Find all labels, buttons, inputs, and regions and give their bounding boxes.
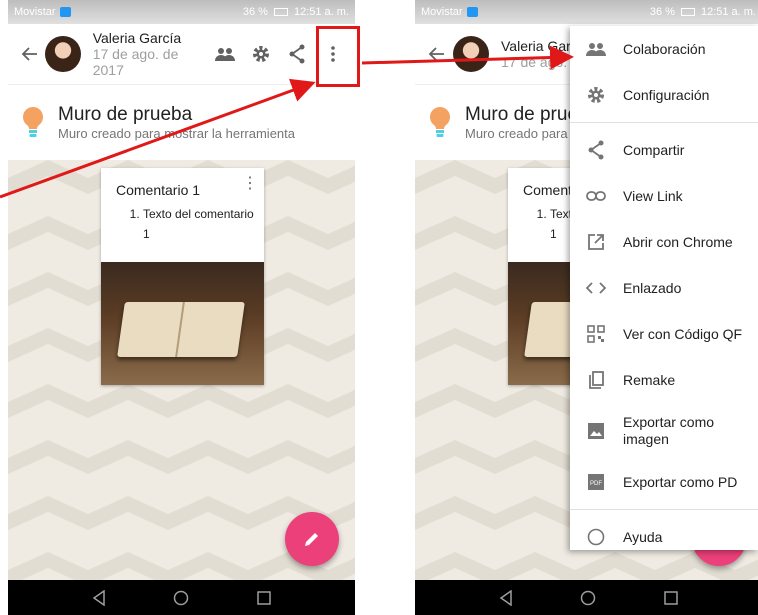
status-bar: Movistar 36 % 12:51 a. m. [8,0,355,24]
sim-icon [59,7,71,17]
annotation-highlight-box [316,26,360,87]
user-name: Valeria García [92,30,182,46]
battery-icon [680,8,695,16]
back-triangle-icon[interactable] [499,589,513,606]
menu-item-label: Ayuda [623,529,663,545]
menu-item-label: Colaboración [623,41,706,57]
battery-icon [273,8,288,16]
link-icon [584,184,608,208]
card-title: Comentario 1 [116,182,201,198]
menu-item-exportar-pdf[interactable]: PDF Exportar como PD [570,459,758,505]
menu-divider [570,509,758,510]
gear-icon [584,83,608,107]
menu-item-label: Enlazado [623,280,682,296]
app-bar: Valeria García 17 de ago. de 2017 [8,24,355,84]
edit-fab-button[interactable] [285,512,339,566]
share-icon[interactable] [283,40,311,68]
code-icon [584,276,608,300]
gear-icon[interactable] [247,40,275,68]
menu-item-label: Exportar como imagen [623,414,715,447]
menu-item-codigo-qr[interactable]: Ver con Código QF [570,311,758,357]
share-icon [584,138,608,162]
carrier-label: Movistar [421,6,463,18]
open-external-icon [584,230,608,254]
wall-header: Muro de prueba Muro creado para mostrar … [8,84,355,160]
menu-item-ayuda[interactable]: Ayuda [570,514,758,550]
lightbulb-icon [430,106,450,137]
battery-level: 36 % [649,6,675,18]
android-nav-bar [8,580,355,615]
menu-item-configuracion[interactable]: Configuración [570,72,758,118]
image-icon [584,419,608,443]
people-icon[interactable] [211,40,239,68]
pdf-icon: PDF [584,470,608,494]
svg-text:PDF: PDF [590,481,602,487]
status-bar: Movistar 36 % 12:51 a. m. [415,0,758,24]
carrier-label: Movistar [14,6,56,18]
qr-code-icon [584,322,608,346]
list-item: Texto del comentario 1 [143,204,256,244]
overflow-menu: Colaboración Configuración Compartir Vie… [570,26,758,550]
card-menu-icon[interactable]: ⋮ [242,176,258,192]
menu-item-label: Abrir con Chrome [623,234,733,250]
menu-item-view-link[interactable]: View Link [570,173,758,219]
menu-divider [570,122,758,123]
copy-icon [584,368,608,392]
people-icon [584,37,608,61]
clock: 12:51 a. m. [700,6,756,18]
home-circle-icon[interactable] [173,590,189,606]
menu-item-label: View Link [623,188,683,204]
menu-item-label: Exportar como PD [623,474,738,490]
avatar[interactable] [45,36,81,72]
book-image [101,262,264,385]
battery-level: 36 % [242,6,268,18]
home-circle-icon[interactable] [580,590,596,606]
menu-item-label: Ver con Código QF [623,326,743,342]
recents-square-icon[interactable] [257,590,271,605]
sim-icon [466,7,478,17]
user-date: 17 de ago. de 2017 [92,46,179,78]
menu-item-label: Compartir [623,142,685,158]
help-icon [584,525,608,549]
lightbulb-icon [23,106,43,137]
phone-screenshot-before: Movistar 36 % 12:51 a. m. Valeria García… [8,0,355,615]
menu-item-remake[interactable]: Remake [570,357,758,403]
back-triangle-icon[interactable] [92,589,106,606]
recents-square-icon[interactable] [664,590,678,605]
back-arrow-icon[interactable] [16,40,43,68]
menu-item-enlazado[interactable]: Enlazado [570,265,758,311]
menu-item-colaboracion[interactable]: Colaboración [570,26,758,72]
menu-item-compartir[interactable]: Compartir [570,127,758,173]
menu-item-label: Configuración [623,87,710,103]
pencil-icon [305,533,318,546]
clock: 12:51 a. m. [293,6,349,18]
menu-item-label: Remake [623,372,676,388]
android-nav-bar [415,580,758,615]
avatar[interactable] [453,36,489,72]
wall-description: Muro creado para mostrar la herramienta [58,126,295,141]
menu-item-abrir-chrome[interactable]: Abrir con Chrome [570,219,758,265]
comment-card[interactable]: Comentario 1 ⋮ Texto del comentario 1 [101,168,264,385]
menu-item-exportar-imagen[interactable]: Exportar como imagen [570,403,758,459]
wall-title: Muro de prueba [58,104,193,125]
back-arrow-icon[interactable] [423,40,451,68]
card-list: Texto del comentario 1 [101,204,264,262]
